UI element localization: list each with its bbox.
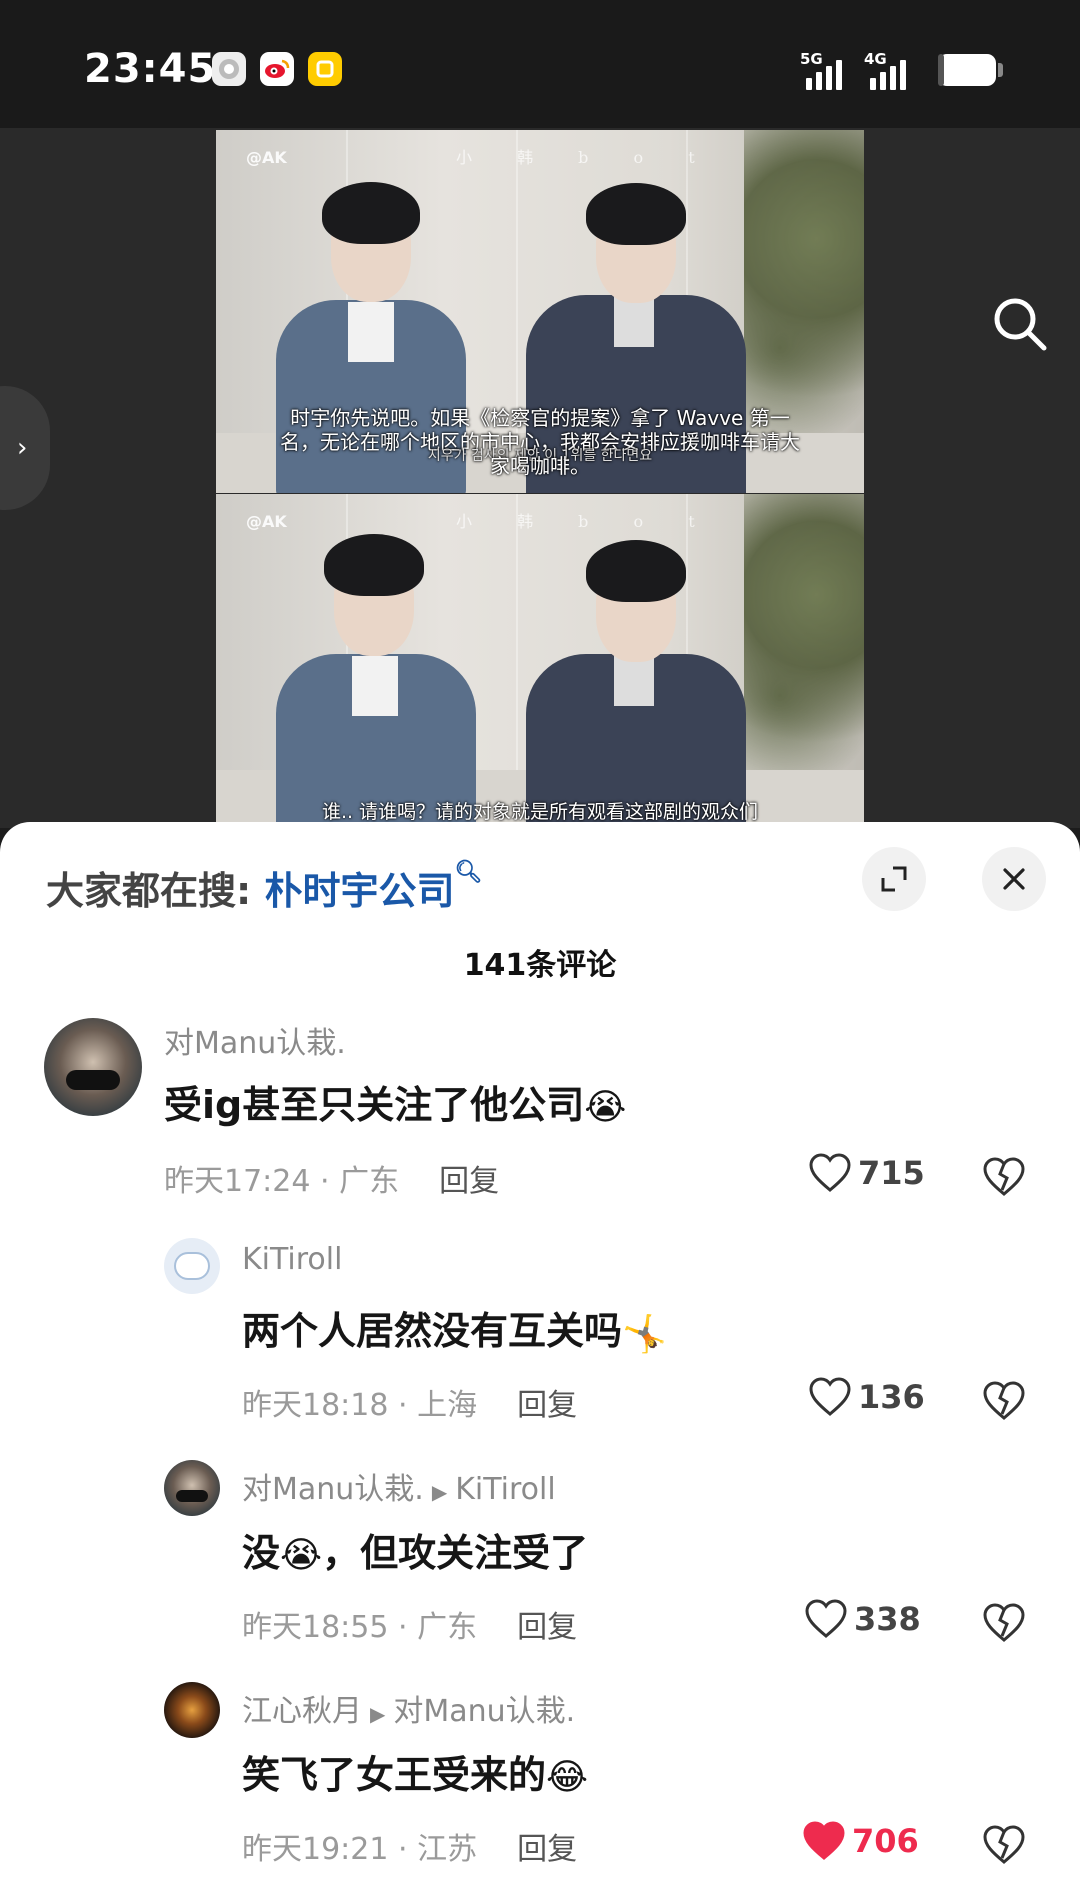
chevron-right-icon: ›	[17, 433, 28, 463]
battery-level: 5	[959, 57, 975, 82]
like-count: 338	[854, 1600, 921, 1638]
like-button[interactable]: 136	[808, 1376, 925, 1418]
comment-time: 昨天18:55	[242, 1610, 389, 1645]
app-notification-icon	[212, 52, 246, 86]
like-button[interactable]: 715	[808, 1152, 925, 1194]
broken-heart-icon[interactable]	[982, 1824, 1026, 1866]
comment-panel: 大家都在搜: 朴时宇公司🔍︎ 141条评论 对Manu认栽. 受ig甚至只关注了…	[0, 822, 1080, 1895]
reply-item: 江心秋月 ▶ 对Manu认栽. 笑飞了女王受来的😂 昨天19:21 · 江苏 回复 7…	[0, 1682, 1080, 1892]
reply-button[interactable]: 回复	[517, 1388, 577, 1423]
comment-meta: 昨天19:21 · 江苏 回复	[242, 1832, 578, 1867]
close-button[interactable]	[982, 847, 1046, 911]
battery-tip	[998, 63, 1003, 77]
expand-button[interactable]	[862, 847, 926, 911]
video-watermark: @AK	[246, 148, 287, 167]
broken-heart-icon[interactable]	[982, 1602, 1026, 1644]
comment-text: 没😭，但攻关注受了	[242, 1531, 589, 1576]
heart-icon	[805, 1599, 847, 1638]
weibo-icon	[260, 52, 294, 86]
crying-emoji-icon: 😭	[584, 1087, 627, 1128]
laughing-tears-emoji-icon: 😂	[546, 1757, 589, 1798]
comment-meta: 昨天17:24 · 广东 回复	[164, 1164, 500, 1199]
expand-icon	[881, 866, 907, 892]
close-icon	[1003, 868, 1025, 890]
comment-author[interactable]: KiTiroll	[242, 1242, 342, 1277]
comment-location: 广东	[339, 1164, 400, 1199]
comment-location: 江苏	[417, 1832, 478, 1867]
reply-item: 对Manu认栽. ▶ KiTiroll 没😭，但攻关注受了 昨天18:55 · 广东…	[0, 1460, 1080, 1670]
like-count: 136	[858, 1378, 925, 1416]
reply-button[interactable]: 回复	[517, 1832, 577, 1867]
comment-meta: 昨天18:55 · 广东 回复	[242, 1610, 578, 1645]
status-bar: 23:45 5G 4G 5	[0, 0, 1080, 128]
reply-arrow-icon: ▶	[370, 1702, 386, 1726]
comment-item: 对Manu认栽. 受ig甚至只关注了他公司😭 昨天17:24 · 广东 回复 71…	[0, 1018, 1080, 1218]
hot-search-prefix: 大家都在搜:	[46, 869, 265, 913]
reply-button[interactable]: 回复	[517, 1610, 577, 1645]
comment-text: 两个人居然没有互关吗🤸	[242, 1309, 667, 1355]
hot-search-bar[interactable]: 大家都在搜: 朴时宇公司🔍︎	[46, 860, 482, 915]
comment-location: 广东	[417, 1610, 478, 1645]
reply-item: KiTiroll 两个人居然没有互关吗🤸 昨天18:18 · 上海 回复 136	[0, 1238, 1080, 1448]
reply-to-author[interactable]: KiTiroll	[455, 1472, 555, 1507]
heart-icon	[809, 1377, 851, 1416]
video-watermark: @AK	[246, 512, 287, 531]
signal-5g-icon: 5G	[800, 50, 860, 90]
heart-icon	[809, 1153, 851, 1192]
broken-heart-icon[interactable]	[982, 1380, 1026, 1422]
avatar[interactable]	[164, 1460, 220, 1516]
battery-icon: 5	[938, 54, 996, 86]
avatar[interactable]	[164, 1682, 220, 1738]
heart-filled-icon	[803, 1821, 845, 1860]
comment-author[interactable]: 对Manu认栽.	[242, 1472, 424, 1507]
comment-time: 昨天18:18	[242, 1388, 389, 1423]
reply-button[interactable]: 回复	[439, 1164, 499, 1199]
video-frame-1: @AK 小 韩 b o t 时宇你先说吧。如果《检察官的提案》拿了 Wavve …	[216, 130, 864, 493]
reply-to-author[interactable]: 对Manu认栽.	[393, 1694, 575, 1729]
status-time: 23:45	[84, 46, 217, 92]
search-icon[interactable]	[990, 294, 1050, 354]
like-count: 706	[852, 1822, 919, 1860]
comment-location: 上海	[417, 1388, 478, 1423]
video-channel-watermark: 小 韩 b o t	[456, 148, 715, 167]
avatar[interactable]	[44, 1018, 142, 1116]
like-button-active[interactable]: 706	[802, 1820, 919, 1862]
signal-4g-icon: 4G	[864, 50, 924, 90]
subtitle-line: 谁.. 请谁喝？请的对象就是所有观看这部剧的观众们	[321, 801, 759, 823]
comment-text: 笑飞了女王受来的😂	[242, 1753, 589, 1798]
crying-emoji-icon: 😭	[280, 1535, 323, 1576]
app-yellow-icon	[308, 52, 342, 86]
comment-meta: 昨天18:18 · 上海 回复	[242, 1388, 578, 1423]
hot-search-keyword[interactable]: 朴时宇公司	[264, 869, 454, 913]
subtitle-line: 家喝咖啡。	[490, 454, 590, 478]
comment-author[interactable]: 江心秋月	[242, 1694, 362, 1729]
comment-author[interactable]: 对Manu认栽.	[164, 1018, 346, 1062]
comment-text: 受ig甚至只关注了他公司😭	[164, 1083, 627, 1128]
comment-author-line: 对Manu认栽. ▶ KiTiroll	[242, 1464, 556, 1508]
comment-author-line: 江心秋月 ▶ 对Manu认栽.	[242, 1686, 575, 1730]
video-player[interactable]: @AK 小 韩 b o t 时宇你先说吧。如果《检察官的提案》拿了 Wavve …	[0, 128, 1080, 830]
comment-count: 141条评论	[463, 948, 617, 983]
flopping-emoji-icon: 🤸	[622, 1313, 667, 1355]
video-frame-2: @AK 小 韩 b o t 谁.. 请谁喝？请的对象就是所有观看这部剧的观众们	[216, 494, 864, 830]
video-channel-watermark: 小 韩 b o t	[456, 512, 715, 531]
broken-heart-icon[interactable]	[982, 1156, 1026, 1198]
subtitle-line: 时宇你先说吧。如果《检察官的提案》拿了 Wavve 第一	[290, 406, 790, 430]
like-button[interactable]: 338	[804, 1598, 921, 1640]
comment-time: 昨天17:24	[164, 1164, 311, 1199]
like-count: 715	[858, 1154, 925, 1192]
reply-arrow-icon: ▶	[431, 1480, 448, 1504]
comment-time: 昨天19:21	[242, 1832, 389, 1867]
search-small-icon: 🔍︎	[454, 860, 483, 885]
avatar[interactable]	[164, 1238, 220, 1294]
